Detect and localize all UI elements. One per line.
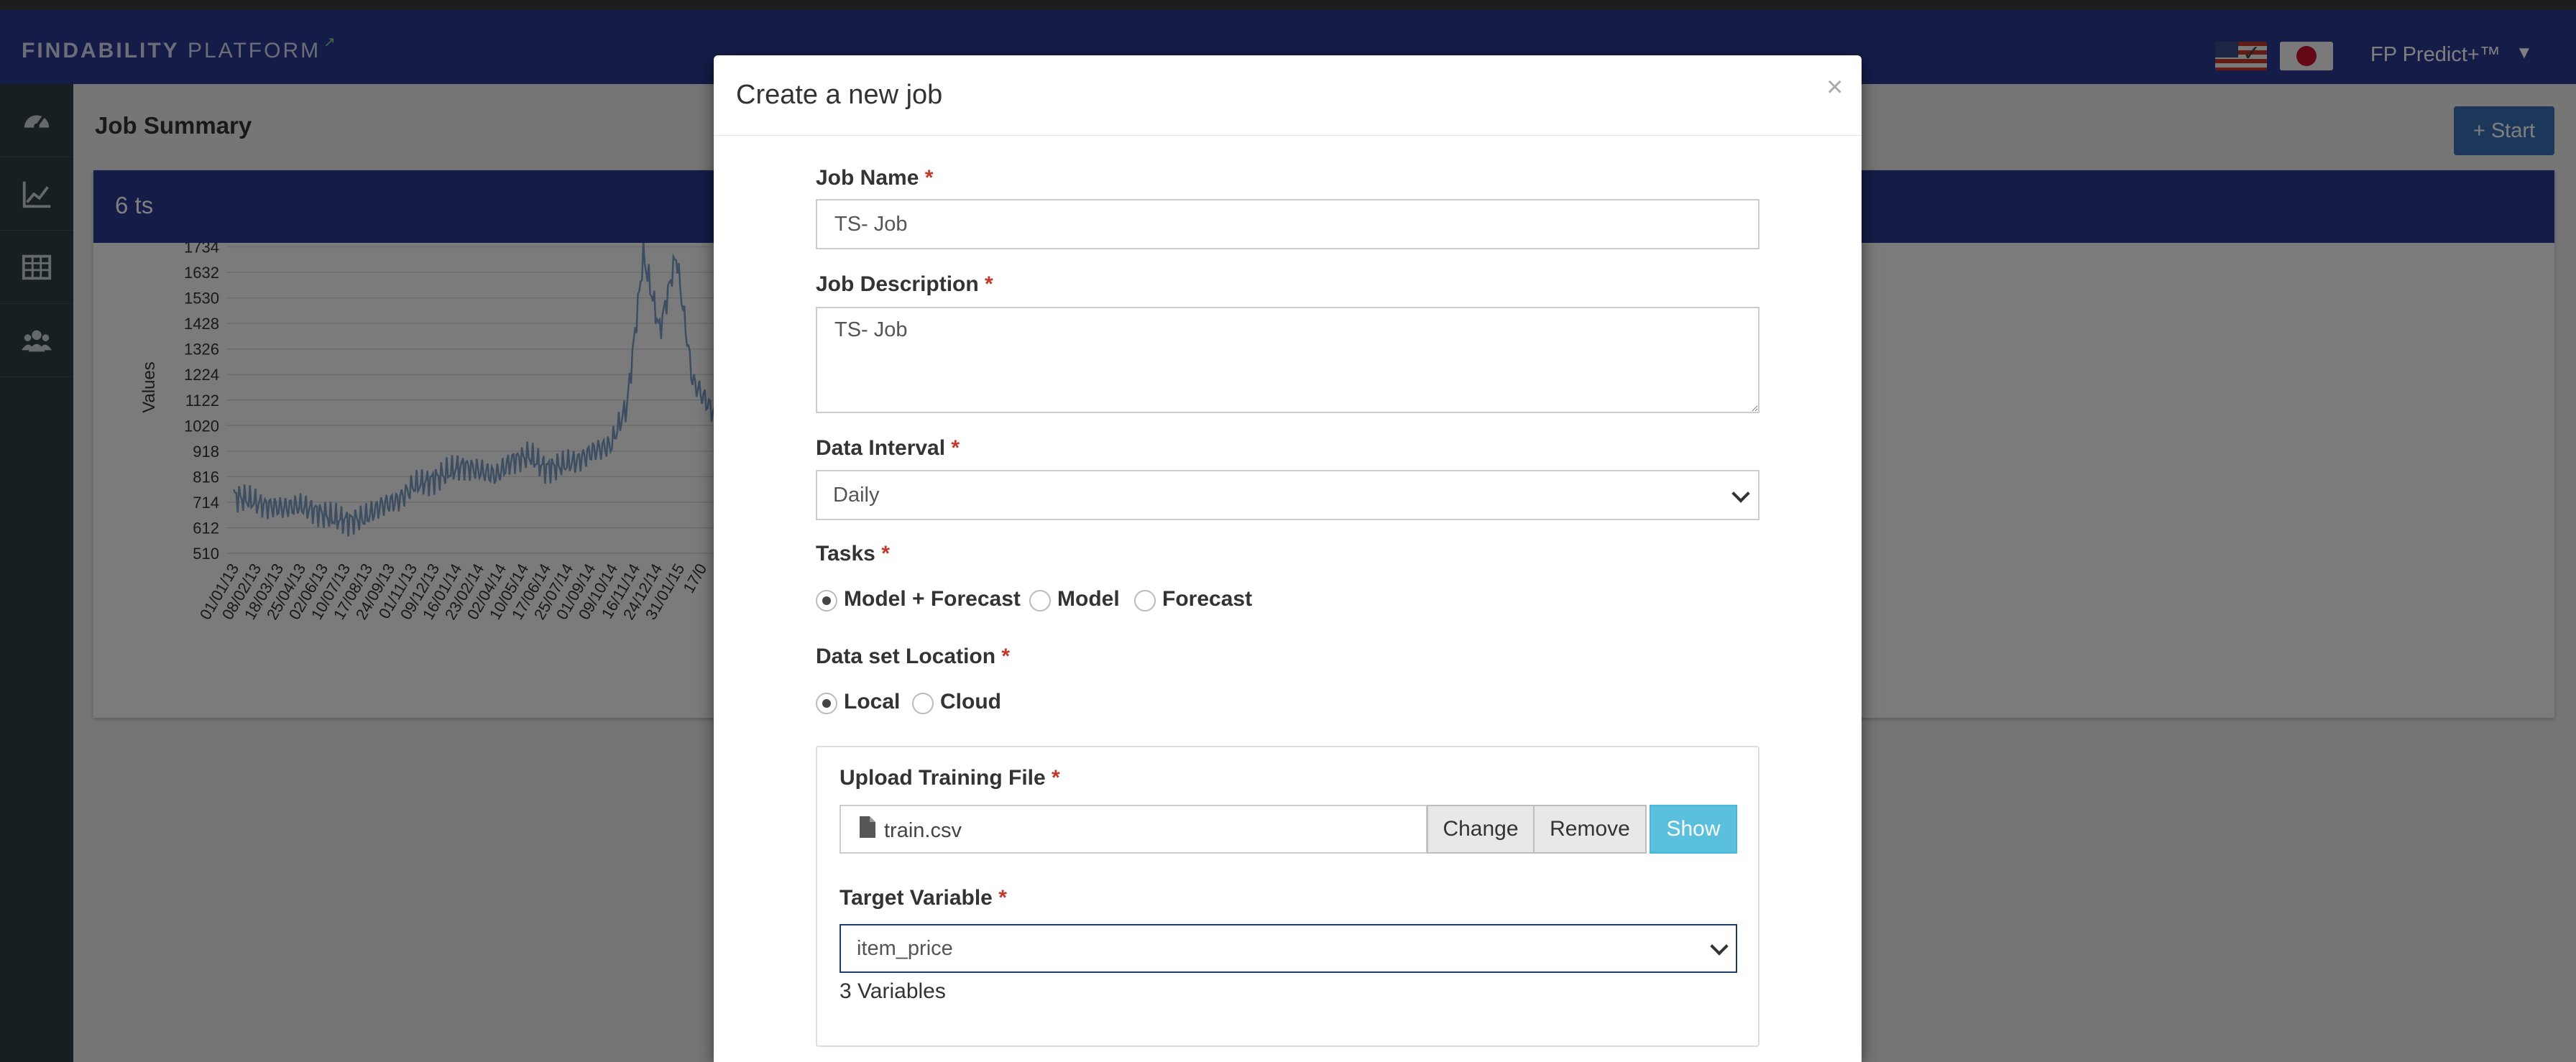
change-file-button[interactable]: Change [1427,805,1535,854]
task-forecast-label[interactable]: Forecast [1162,587,1252,611]
data-interval-select[interactable]: Daily [816,470,1760,520]
target-variable-label: Target Variable * [840,886,1007,910]
variable-count: 3 Variables [840,979,946,1003]
location-local-label[interactable]: Local [844,690,900,714]
job-name-label: Job Name * [816,166,934,190]
file-name-field[interactable]: train.csv [840,805,1427,854]
data-interval-label: Data Interval * [816,436,960,460]
location-local-radio[interactable] [816,693,837,714]
modal-header: Create a new job × [714,55,1862,136]
upload-section: Upload Training File * train.csv Change … [816,746,1760,1047]
location-cloud-label[interactable]: Cloud [940,690,1001,714]
create-job-modal: Create a new job × Job Name * Job Descri… [714,55,1862,1062]
file-name: train.csv [884,819,962,842]
modal-title: Create a new job [736,80,943,110]
job-description-label: Job Description * [816,272,993,296]
task-forecast-radio[interactable] [1134,590,1156,611]
upload-training-file-label: Upload Training File * [840,766,1060,790]
task-model-label[interactable]: Model [1057,587,1120,611]
task-model-forecast-label[interactable]: Model + Forecast [844,587,1021,611]
show-file-button[interactable]: Show [1650,805,1737,854]
tasks-label: Tasks * [816,542,890,565]
task-model-radio[interactable] [1029,590,1051,611]
location-cloud-radio[interactable] [912,693,934,714]
remove-file-button[interactable]: Remove [1533,805,1647,854]
dataset-location-label: Data set Location * [816,645,1011,668]
target-variable-select[interactable]: item_price [840,924,1737,973]
task-model-forecast-radio[interactable] [816,590,837,611]
job-name-input[interactable] [816,199,1760,249]
file-icon [860,816,875,838]
close-icon[interactable]: × [1826,73,1843,101]
job-description-textarea[interactable]: TS- Job [816,307,1760,413]
